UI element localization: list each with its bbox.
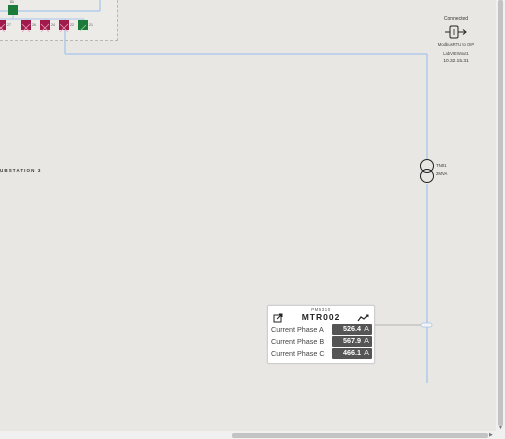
trend-chart-icon[interactable] (357, 310, 370, 322)
horizontal-scroll-thumb[interactable] (232, 433, 488, 438)
breaker-label: 21 (89, 23, 93, 27)
reading-unit: A (364, 324, 369, 333)
connection-title: Connected (443, 16, 469, 22)
breaker-open[interactable] (59, 20, 69, 33)
reading-value-box: 526.4 A (332, 324, 372, 335)
meter-card[interactable]: PM5310 MTR002 Current Phase A 526.4 A Curre… (267, 305, 375, 364)
breaker-label: 27 (7, 23, 11, 27)
breaker-label: 24 (51, 23, 55, 27)
breaker-label: 26 (32, 23, 36, 27)
transformer-label[interactable]: TN01 2MVA (436, 162, 447, 178)
connection-ip: 10.32.15.31 (443, 59, 469, 65)
reading-value-box: 567.9 A (332, 336, 372, 347)
reading-value: 526.4 (343, 324, 361, 333)
feeder-label: 01 (10, 0, 14, 4)
breaker-open[interactable] (0, 20, 6, 33)
substation-label: UBSTATION 3 (0, 168, 42, 173)
connection-subtitle: ModbusRTU to OIP (437, 42, 475, 47)
transformer-name: TN01 (436, 163, 447, 168)
reading-label: Current Phase A (271, 325, 324, 334)
scroll-right-icon[interactable]: ▶ (489, 432, 493, 438)
breaker-open[interactable] (21, 20, 31, 33)
breaker-label: 22 (70, 23, 74, 27)
meter-reading-row: Current Phase C 466.1 A (270, 348, 372, 360)
reading-value: 567.9 (343, 336, 361, 345)
breaker-open[interactable] (40, 20, 50, 33)
meter-tap-node (420, 322, 433, 328)
reading-label: Current Phase C (271, 349, 325, 358)
meter-reading-row: Current Phase B 567.9 A (270, 336, 372, 348)
connection-status[interactable]: Connected ModbusRTU to OIP LabVIEWout1 1… (435, 16, 477, 65)
transformer-rating: 2MVA (436, 171, 448, 177)
gateway-icon (444, 24, 468, 40)
breaker-closed[interactable] (78, 20, 88, 32)
reading-value-box: 466.1 A (332, 348, 372, 359)
reading-unit: A (364, 336, 369, 345)
reading-unit: A (364, 348, 369, 357)
scroll-down-icon[interactable]: ▼ (498, 425, 503, 431)
diagram-canvas[interactable]: 27 26 24 22 21 01 UBSTATION 3 Connected Modb… (0, 0, 503, 431)
meter-reading-row: Current Phase A 526.4 A (270, 324, 372, 336)
reading-value: 466.1 (343, 348, 361, 357)
feeder-breaker (8, 5, 18, 15)
reading-label: Current Phase B (271, 337, 325, 346)
connection-detail: LabVIEWout1 (443, 51, 469, 57)
vertical-scroll-thumb[interactable] (498, 0, 503, 426)
transformer-icon (420, 159, 434, 183)
single-line-diagram (0, 0, 434, 383)
